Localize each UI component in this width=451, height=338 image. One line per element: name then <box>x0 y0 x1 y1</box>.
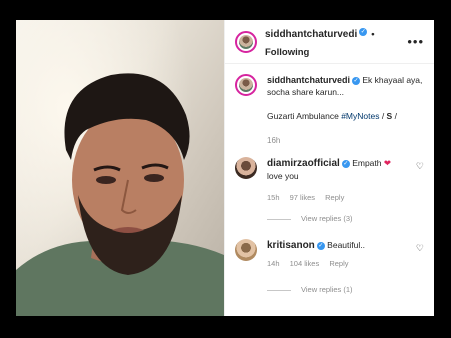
commenter-avatar[interactable] <box>235 157 257 179</box>
comment: diamirzaofficial ✓ Empath ❤ love you 15h … <box>225 157 434 225</box>
portrait-image <box>16 20 224 316</box>
caption-suffix: / <box>379 111 387 121</box>
reply-button[interactable]: Reply <box>329 259 348 268</box>
comment-likes[interactable]: 104 likes <box>290 259 320 268</box>
caption-line3: Guzarti Ambulance <box>267 111 342 121</box>
verified-badge-icon: ✓ <box>341 159 350 168</box>
caption-line1: Ek khayaal aya, <box>362 75 423 85</box>
caption-username[interactable]: siddhantchaturvedi <box>267 75 350 85</box>
comment-body: kritisanon ✓ Beautiful.. 14h 104 likes Re… <box>267 239 412 296</box>
caption-avatar[interactable] <box>235 74 257 96</box>
verified-badge-icon: ✓ <box>352 76 361 85</box>
comment-text-line2: love you <box>267 171 299 181</box>
verified-badge-icon: ✓ <box>359 28 368 37</box>
post-photo <box>16 20 224 316</box>
comment-time[interactable]: 14h <box>267 259 280 268</box>
like-heart-icon[interactable]: ♡ <box>416 161 424 225</box>
view-replies-button[interactable]: View replies (3) <box>301 213 353 225</box>
post-header: siddhantchaturvedi ✓ • Following ••• <box>225 20 434 64</box>
heart-emoji-icon: ❤ <box>383 158 391 168</box>
comment-text: Beautiful.. <box>327 240 365 250</box>
comment: kritisanon ✓ Beautiful.. 14h 104 likes Re… <box>225 239 434 296</box>
replies-divider <box>267 218 291 220</box>
post-side-panel: siddhantchaturvedi ✓ • Following ••• siddh… <box>224 20 434 316</box>
comment-time[interactable]: 15h <box>267 193 280 202</box>
more-options-icon[interactable]: ••• <box>407 34 424 49</box>
comment-username[interactable]: kritisanon <box>267 240 315 251</box>
author-username[interactable]: siddhantchaturvedi <box>265 29 357 40</box>
caption-text: siddhantchaturvedi ✓ Ek khayaal aya, soch… <box>267 74 422 147</box>
reply-button[interactable]: Reply <box>325 193 344 202</box>
comment-text: Empath <box>352 158 382 168</box>
view-replies-button[interactable]: View replies (1) <box>301 284 353 296</box>
caption-line2: socha share karun... <box>267 87 345 97</box>
instagram-post-frame: siddhantchaturvedi ✓ • Following ••• siddh… <box>16 20 434 316</box>
comment-meta: 14h 104 likes Reply <box>267 258 412 270</box>
commenter-avatar[interactable] <box>235 239 257 261</box>
post-caption: siddhantchaturvedi ✓ Ek khayaal aya, soch… <box>225 64 434 147</box>
verified-badge-icon: ✓ <box>316 241 325 250</box>
view-replies-row: View replies (1) <box>267 284 412 296</box>
comment-meta: 15h 97 likes Reply <box>267 192 412 204</box>
view-replies-row: View replies (3) <box>267 213 412 225</box>
replies-divider <box>267 289 291 291</box>
comment-body: diamirzaofficial ✓ Empath ❤ love you 15h … <box>267 157 412 225</box>
caption-suffix2: / <box>392 111 397 121</box>
author-avatar[interactable] <box>235 30 257 53</box>
comment-username[interactable]: diamirzaofficial <box>267 158 340 169</box>
comment-likes[interactable]: 97 likes <box>290 193 315 202</box>
caption-time[interactable]: 16h <box>267 136 280 145</box>
like-heart-icon[interactable]: ♡ <box>416 243 424 296</box>
hashtag-link[interactable]: #MyNotes <box>341 111 379 121</box>
author-block: siddhantchaturvedi ✓ • Following <box>265 24 407 60</box>
